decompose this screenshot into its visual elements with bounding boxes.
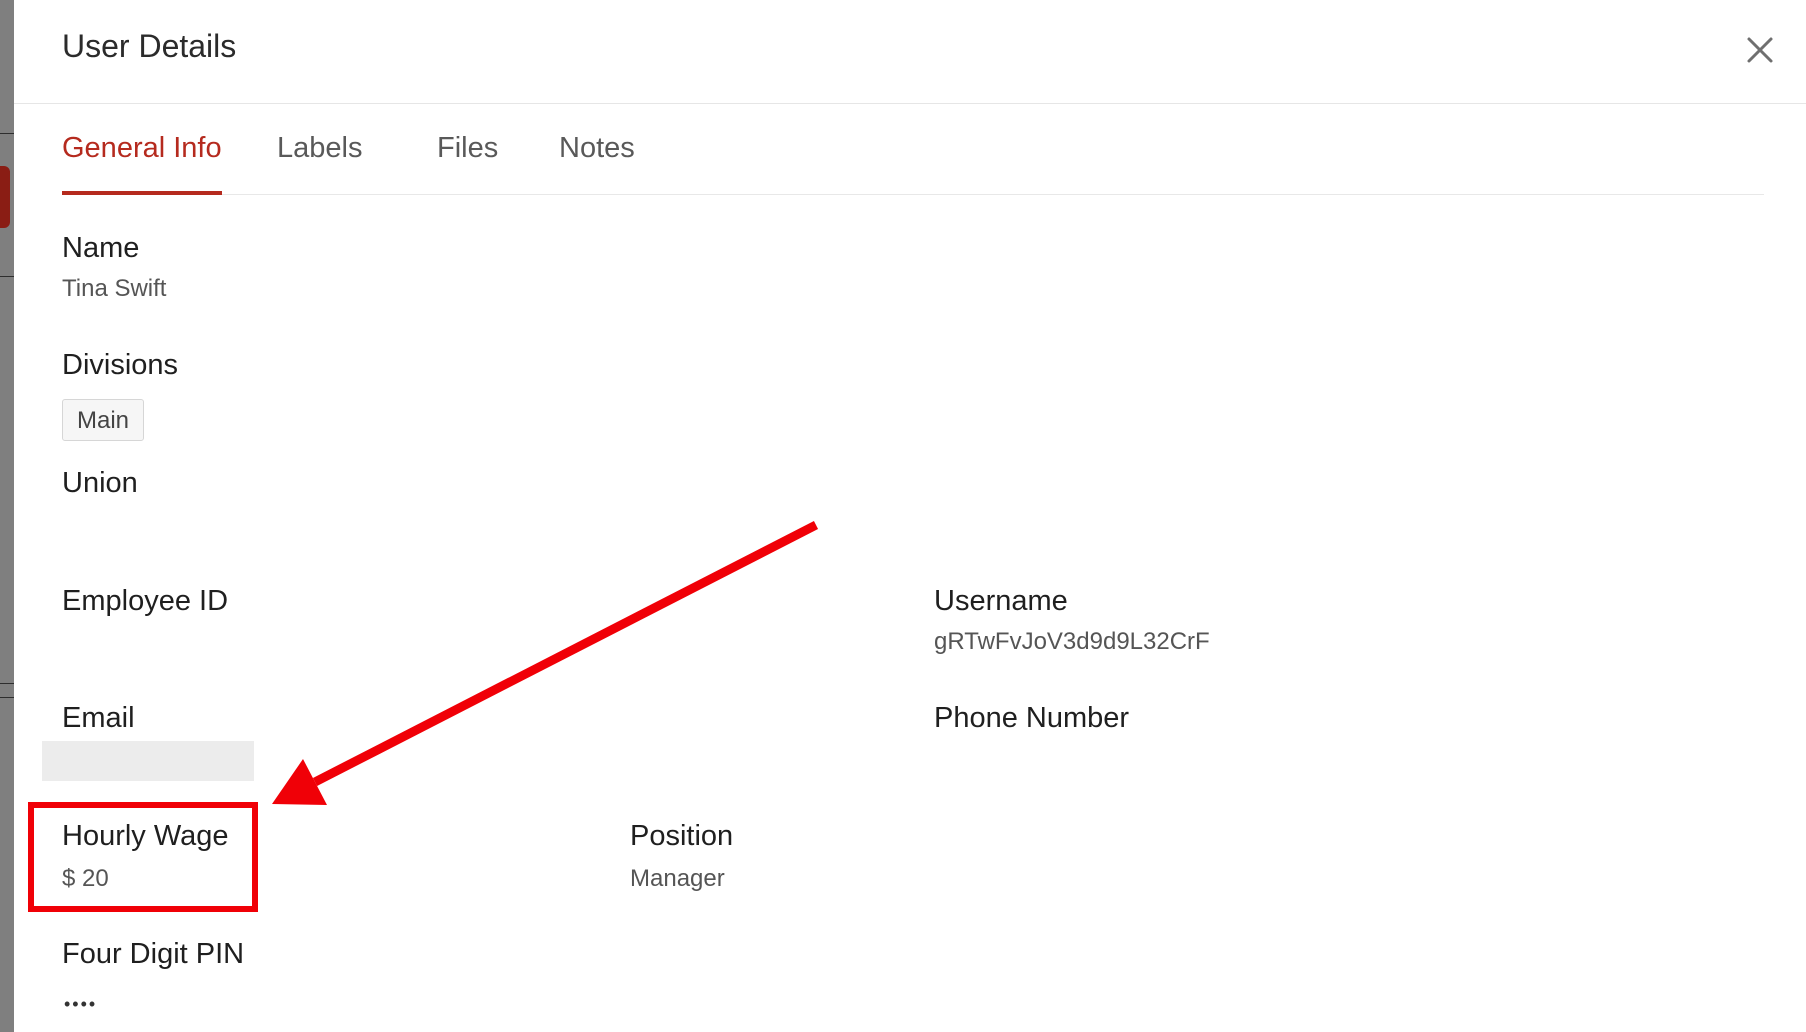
backdrop-nav-item <box>0 166 10 228</box>
username-value: gRTwFvJoV3d9d9L32CrF <box>934 628 1210 655</box>
tab-general-info[interactable]: General Info <box>62 132 222 195</box>
pin-value: •••• <box>64 994 98 1014</box>
position-value: Manager <box>630 865 725 892</box>
tab-labels[interactable]: Labels <box>277 132 362 191</box>
close-icon <box>1747 37 1773 63</box>
page-backdrop <box>0 0 14 1032</box>
position-label: Position <box>630 820 734 852</box>
close-button[interactable] <box>1740 30 1780 70</box>
backdrop-divider <box>0 683 14 684</box>
screen: User Details General Info Labels Files N… <box>0 0 1806 1032</box>
name-label: Name <box>62 232 140 264</box>
name-value: Tina Swift <box>62 275 167 302</box>
phone-number-label: Phone Number <box>934 702 1130 734</box>
tab-bar: General Info Labels Files Notes <box>62 104 1764 195</box>
annotation-highlight-box <box>28 802 258 912</box>
backdrop-divider <box>0 276 14 277</box>
employee-id-label: Employee ID <box>62 585 229 617</box>
pin-label: Four Digit PIN <box>62 938 245 970</box>
email-label: Email <box>62 702 135 734</box>
division-chip-main: Main <box>62 399 145 441</box>
union-label: Union <box>62 467 138 499</box>
email-value-redacted <box>42 741 254 781</box>
divisions-label: Divisions <box>62 349 179 381</box>
user-details-modal: User Details General Info Labels Files N… <box>14 0 1806 1032</box>
tab-notes[interactable]: Notes <box>559 132 635 191</box>
modal-header: User Details <box>14 0 1806 104</box>
modal-title: User Details <box>62 28 237 64</box>
backdrop-divider <box>0 697 14 698</box>
backdrop-divider <box>0 133 14 134</box>
tab-files[interactable]: Files <box>437 132 498 191</box>
username-label: Username <box>934 585 1068 617</box>
